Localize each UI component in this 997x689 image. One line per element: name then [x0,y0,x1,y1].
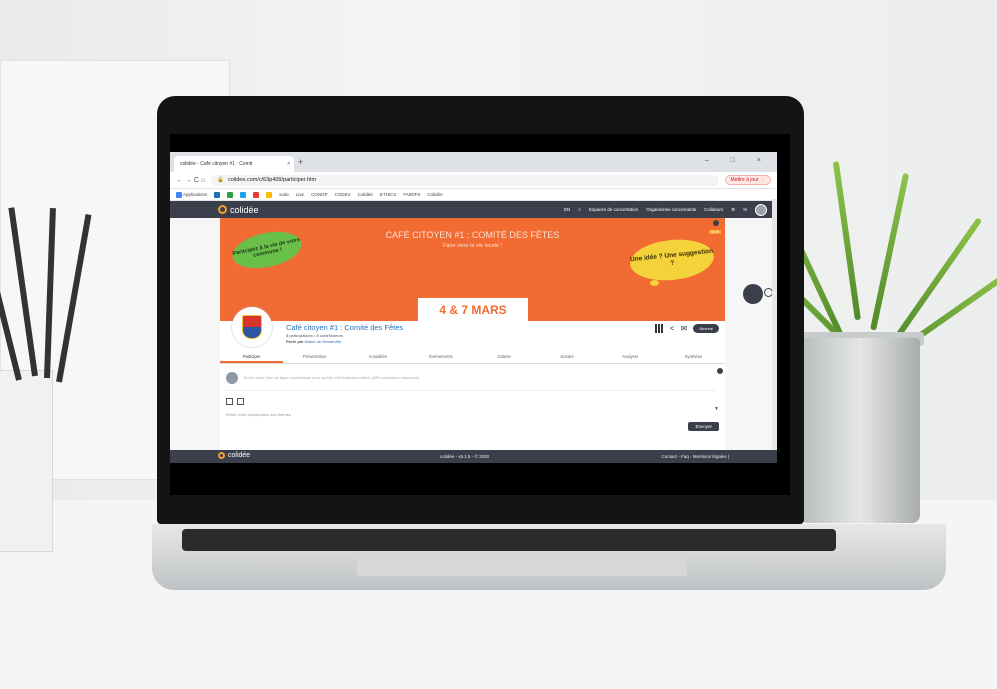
organizer-link[interactable]: Mairie de Mondeville [305,339,342,344]
bookmark-item[interactable]: FAIRIFS [403,192,420,197]
bookmark-apps[interactable]: Applications [176,191,207,198]
attachment-icon[interactable] [237,398,244,405]
idea-composer: Écrire votre idée de façon synthétique p… [220,366,725,458]
bubble-tail [650,280,659,286]
tab-evenements[interactable]: Événements [409,351,472,363]
qr-code-icon[interactable] [654,324,664,333]
nav-orgs[interactable]: Organismes concernants [646,207,696,212]
share-icon[interactable]: < [670,324,675,333]
tab-analyser[interactable]: Analyser [599,351,662,363]
update-button[interactable]: Mettre à jour ⋮ [724,175,771,185]
image-icon[interactable] [226,398,233,405]
space-tabs: Participer Présentation Actualités Événe… [220,351,725,364]
tab-presentation[interactable]: Présentation [283,351,346,363]
space-profile: Café citoyen #1 : Comité des Fêtes 8 par… [220,307,725,351]
space-organizer: Porté par Mairie de Mondeville [286,339,342,344]
user-avatar[interactable] [755,203,767,216]
mail-icon[interactable]: ✉ [681,324,688,333]
browser-tab[interactable]: colidée - Café citoyen #1 : Comit × [174,156,294,172]
bookmark-item[interactable]: ETHICS [380,192,397,197]
edit-banner-icon[interactable] [713,220,719,226]
page-content: CAFÉ CITOYEN #1 : COMITÉ DES FÊTES Faire… [170,218,777,463]
footer-version: colidée - v5.1.5 - © 2020 [440,454,490,459]
send-button[interactable]: Envoyer [688,422,719,431]
new-badge: NEW [708,230,721,234]
bookmark-item[interactable]: Colidée [427,192,442,197]
mail-icon[interactable]: ✉ [743,207,747,213]
footer-logo[interactable]: colidée [218,452,250,459]
composer-tools [226,398,244,405]
search-icon[interactable]: ⌕ [578,207,581,212]
window-controls[interactable]: – □ × [705,157,771,164]
bookmark-icon[interactable] [240,191,247,198]
space-stats: 8 participations • 8 contributeurs [286,333,343,338]
nav-colideurs[interactable]: Colideurs [704,207,723,212]
space-title: Café citoyen #1 : Comité des Fêtes [286,323,404,332]
apps-icon [176,191,182,198]
lock-icon: 🔒 [217,177,224,183]
tab-title: colidée - Café citoyen #1 : Comit [180,161,253,167]
tab-sonder[interactable]: Sonder [536,351,599,363]
idea-input[interactable]: Écrire votre idée de façon synthétique p… [244,375,419,380]
url-text: colidee.com/c/63p409/participer.htm [227,177,317,183]
tab-synthese[interactable]: Synthèse [662,351,725,363]
commune-avatar [232,307,272,347]
bookmark-item[interactable]: Live [296,192,304,197]
composer-avatar [226,372,238,384]
browser-window: colidée - Café citoyen #1 : Comit × + – … [170,152,777,463]
crest-icon [242,315,262,339]
space-actions: < ✉ Abonné [654,324,719,333]
bookmarks-bar: Applications suite Live CONOP CODEV Coli… [170,189,777,201]
plant-pot [800,338,920,523]
nav-buttons[interactable]: ← → C ⌂ [176,177,205,184]
tab-participer[interactable]: Participer [220,351,284,363]
app-header: colidée EN ⌕ Espaces de concertation Org… [170,201,777,218]
theme-select[interactable]: Relier votre participation aux thèmes [226,412,291,417]
tab-close-icon[interactable]: × [287,161,290,167]
bookmark-item[interactable]: suite [279,192,289,197]
bookmark-item[interactable]: CODEV [335,192,351,197]
bookmark-icon[interactable] [253,191,260,198]
bookmark-icon[interactable] [227,191,234,198]
scrollbar[interactable] [772,199,777,450]
colidee-logo[interactable]: colidée [218,205,259,215]
close-icon[interactable] [717,368,723,374]
nav-spaces[interactable]: Espaces de concertation [589,207,638,212]
follow-button[interactable]: Abonné [693,324,719,333]
new-tab-icon[interactable]: + [298,157,303,167]
logo-text: colidée [230,204,259,215]
tab-bar: colidée - Café citoyen #1 : Comit × + – … [170,152,777,172]
bookmark-icon[interactable] [266,191,273,198]
laptop-trackpad [357,556,687,576]
event-banner: CAFÉ CITOYEN #1 : COMITÉ DES FÊTES Faire… [220,218,725,321]
app-nav: EN ⌕ Espaces de concertation Organismes … [564,203,767,216]
tab-actualites[interactable]: Actualités [346,351,409,363]
pencil-cup [0,370,53,552]
bookmark-icon[interactable] [214,191,221,198]
app-footer: colidée colidée - v5.1.5 - © 2020 Contac… [170,450,777,463]
concertation-page: CAFÉ CITOYEN #1 : COMITÉ DES FÊTES Faire… [220,218,725,463]
footer-links[interactable]: Contact - Faq - Mentions légales | [662,454,729,459]
logo-icon [218,205,227,214]
feedback-fab-icon[interactable] [743,284,763,304]
divider [226,390,716,391]
url-bar[interactable]: 🔒 colidee.com/c/63p409/participer.htm [211,174,719,186]
bookmark-item[interactable]: CONOP [311,192,328,197]
laptop-keyboard [182,529,836,551]
tab-galerie[interactable]: Galerie [473,351,536,363]
chevron-down-icon[interactable]: ▼ [714,406,719,412]
settings-icon[interactable]: ⚙ [731,207,735,213]
language-switch[interactable]: EN [564,207,570,212]
address-row: ← → C ⌂ 🔒 colidee.com/c/63p409/participe… [170,172,777,189]
logo-icon [218,452,225,459]
bookmark-item[interactable]: Colidée [358,192,373,197]
event-date: 4 & 7 MARS [418,298,528,321]
